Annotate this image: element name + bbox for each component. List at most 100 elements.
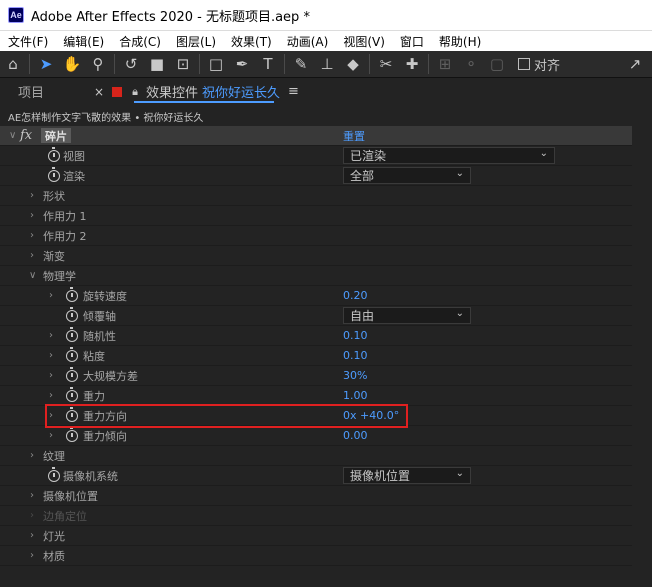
property-value[interactable]: 1.00 [343, 389, 368, 402]
property-group-lighting[interactable]: › 灯光 [0, 526, 632, 546]
pen-icon[interactable]: ✒ [229, 52, 255, 76]
property-value[interactable]: 0.10 [343, 329, 368, 342]
property-value[interactable]: 0.00 [343, 429, 368, 442]
stopwatch-icon[interactable] [66, 426, 78, 442]
property-label: 物理学 [43, 269, 76, 283]
property-row-viscosity: › 粘度 0.10 [0, 346, 632, 366]
home-icon[interactable]: ⌂ [0, 52, 26, 76]
tumble-axis-dropdown[interactable]: 自由 ⌄ [343, 307, 471, 324]
stopwatch-icon[interactable] [48, 166, 60, 182]
chevron-right-icon[interactable]: › [30, 530, 34, 541]
stopwatch-icon[interactable] [66, 386, 78, 402]
axis-world-icon: ⚬ [464, 55, 478, 73]
property-group-gradient[interactable]: › 渐变 [0, 246, 632, 266]
pan-behind-icon[interactable]: ⊡ [170, 52, 196, 76]
dropdown-value: 全部 [350, 169, 375, 183]
menu-animation[interactable]: 动画(A) [287, 33, 329, 50]
dropdown-value: 摄像机位置 [350, 469, 411, 483]
camera-system-dropdown[interactable]: 摄像机位置 ⌄ [343, 467, 471, 484]
hand-icon[interactable]: ✋ [59, 52, 85, 76]
render-dropdown[interactable]: 全部 ⌄ [343, 167, 471, 184]
chevron-right-icon[interactable]: › [30, 550, 34, 561]
window-title: Adobe After Effects 2020 - 无标题项目.aep * [31, 9, 310, 25]
chevron-right-icon[interactable]: › [30, 190, 34, 201]
menu-window[interactable]: 窗口 [400, 33, 424, 50]
property-label: 摄像机位置 [43, 489, 98, 503]
stopwatch-icon[interactable] [48, 466, 60, 482]
menu-view[interactable]: 视图(V) [343, 33, 385, 50]
view-dropdown[interactable]: 已渲染 ⌄ [343, 147, 555, 164]
camera-icon[interactable]: ■ [144, 52, 170, 76]
stopwatch-icon[interactable] [66, 366, 78, 382]
puppet-pin-icon[interactable]: ✚ [399, 52, 425, 76]
brush-icon[interactable]: ✎ [288, 52, 314, 76]
stopwatch-icon[interactable] [66, 326, 78, 342]
axis-local-icon: ⊞ [438, 55, 452, 73]
property-label: 重力 [83, 389, 105, 403]
close-icon[interactable]: × [94, 85, 104, 99]
panel-menu-icon[interactable]: ≡ [288, 84, 299, 99]
reset-link[interactable]: 重置 [343, 128, 365, 144]
chevron-right-icon[interactable]: › [49, 370, 53, 381]
property-label: 作用力 2 [43, 229, 87, 243]
lock-icon[interactable]: 🔒︎ [132, 85, 138, 99]
property-row-randomness: › 随机性 0.10 [0, 326, 632, 346]
snap-toggle[interactable]: 对齐 [518, 55, 560, 74]
after-effects-app-icon: Ae [8, 7, 24, 23]
chevron-right-icon[interactable]: › [49, 330, 53, 341]
expand-icon[interactable]: ↗ [622, 52, 648, 76]
property-value[interactable]: 0.20 [343, 289, 368, 302]
property-value[interactable]: 0.10 [343, 349, 368, 362]
menu-effect[interactable]: 效果(T) [231, 33, 272, 50]
menu-file[interactable]: 文件(F) [8, 33, 48, 50]
property-group-material[interactable]: › 材质 [0, 546, 632, 566]
roto-brush-icon[interactable]: ✂ [373, 52, 399, 76]
tab-effect-controls[interactable]: 效果控件 祝你好运长久 [146, 82, 280, 101]
menu-edit[interactable]: 编辑(E) [63, 33, 104, 50]
effect-header[interactable]: ∨ fx 碎片 重置 [0, 126, 632, 146]
property-value[interactable]: 30% [343, 369, 367, 382]
chevron-right-icon[interactable]: › [30, 490, 34, 501]
menu-help[interactable]: 帮助(H) [439, 33, 481, 50]
snap-checkbox[interactable] [518, 58, 530, 70]
property-group-force2[interactable]: › 作用力 2 [0, 226, 632, 246]
chevron-right-icon[interactable]: › [30, 250, 34, 261]
property-group-texture[interactable]: › 纹理 [0, 446, 632, 466]
chevron-right-icon[interactable]: › [30, 450, 34, 461]
property-group-shape[interactable]: › 形状 [0, 186, 632, 206]
stopwatch-icon[interactable] [66, 286, 78, 302]
scrollbar[interactable] [632, 126, 652, 587]
menu-composition[interactable]: 合成(C) [119, 33, 161, 50]
rectangle-icon[interactable]: □ [203, 52, 229, 76]
stopwatch-icon[interactable] [66, 306, 78, 322]
chevron-right-icon[interactable]: › [30, 210, 34, 221]
property-label: 重力倾向 [83, 429, 127, 443]
fx-icon[interactable]: fx [20, 128, 32, 143]
zoom-icon[interactable]: ⚲ [85, 52, 111, 76]
chevron-down-icon[interactable]: ∨ [29, 270, 36, 281]
effect-name[interactable]: 碎片 [41, 128, 71, 143]
chevron-right-icon[interactable]: › [49, 430, 53, 441]
eraser-icon[interactable]: ◆ [340, 52, 366, 76]
property-label: 材质 [43, 549, 65, 563]
property-label: 边角定位 [43, 509, 87, 523]
chevron-right-icon[interactable]: › [49, 350, 53, 361]
property-row-render: 渲染 全部 ⌄ [0, 166, 632, 186]
menu-layer[interactable]: 图层(L) [176, 33, 216, 50]
chevron-right-icon[interactable]: › [49, 290, 53, 301]
chevron-right-icon[interactable]: › [30, 230, 34, 241]
stopwatch-icon[interactable] [66, 346, 78, 362]
property-group-force1[interactable]: › 作用力 1 [0, 206, 632, 226]
clone-stamp-icon[interactable]: ⊥ [314, 52, 340, 76]
chevron-right-icon[interactable]: › [49, 390, 53, 401]
text-icon[interactable]: T [255, 52, 281, 76]
property-group-camera-position[interactable]: › 摄像机位置 [0, 486, 632, 506]
selection-arrow-icon[interactable]: ➤ [33, 52, 59, 76]
chevron-down-icon[interactable]: ∨ [9, 130, 16, 141]
property-row-gravity: › 重力 1.00 [0, 386, 632, 406]
tab-project[interactable]: 项目 [18, 82, 44, 101]
stopwatch-icon[interactable] [48, 146, 60, 162]
rotate-icon[interactable]: ↺ [118, 52, 144, 76]
title-bar: Ae Adobe After Effects 2020 - 无标题项目.aep … [0, 0, 652, 31]
property-group-physics[interactable]: ∨ 物理学 [0, 266, 632, 286]
